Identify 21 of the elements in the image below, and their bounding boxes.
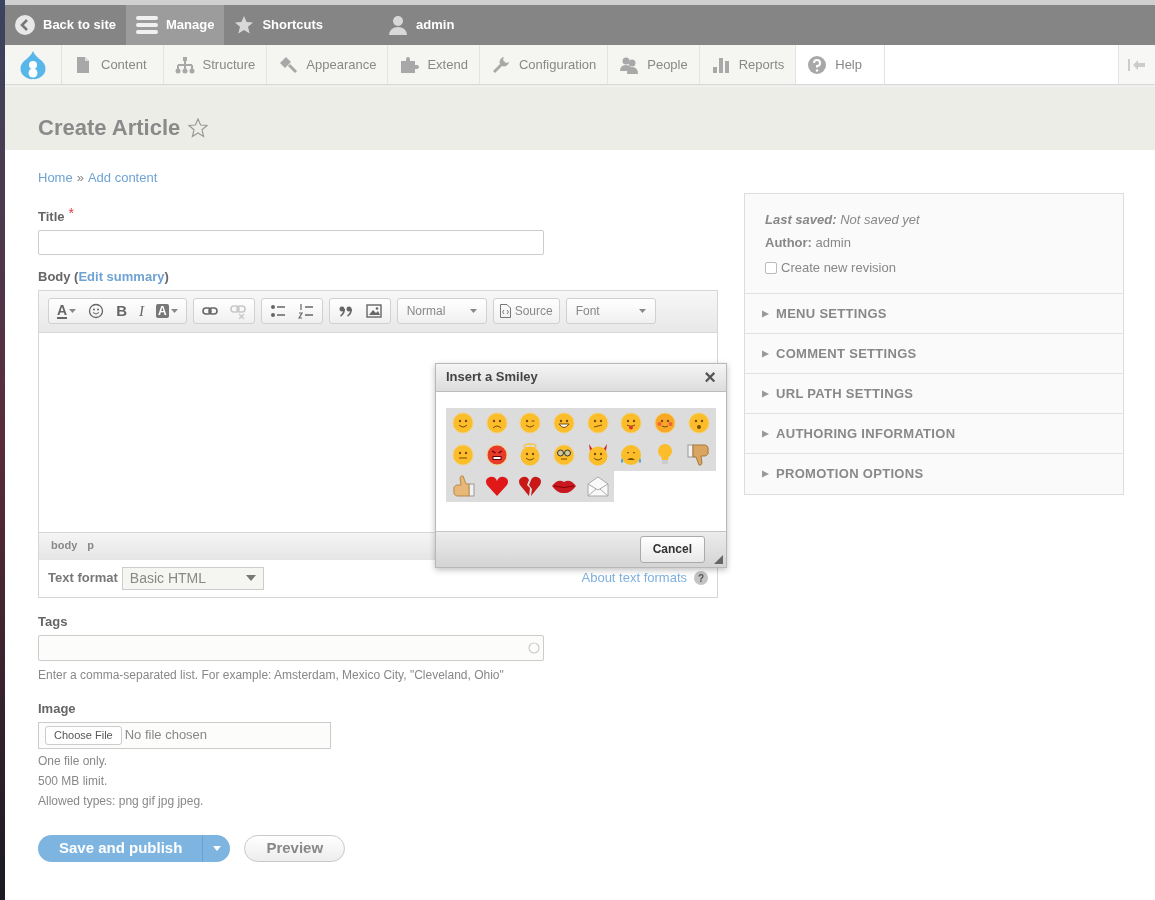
page-title: Create Article (38, 114, 181, 142)
image-description: Allowed types: png gif jpg jpeg. (38, 792, 205, 809)
image-description: One file only. (38, 752, 109, 769)
image-label: Image (38, 700, 77, 718)
text-format-label: Text format (48, 569, 118, 588)
breadcrumb-separator: » (76, 169, 84, 187)
image-description: 500 MB limit. (38, 772, 109, 789)
tags-label: Tags (38, 612, 69, 631)
help-badge: ? (694, 571, 708, 585)
title-label: Title (38, 207, 65, 226)
last-saved-text: Last saved: Not saved yet (765, 212, 921, 228)
file-status: No file chosen (124, 726, 208, 745)
body-label: Body (Edit summary) (38, 268, 170, 286)
tags-description: Enter a comma-separated list. For example: Amsterdam, Mexico City, "Cleveland, Ohio" (38, 667, 505, 684)
background-color-icon: A (155, 304, 169, 318)
author-text: Author: admin (765, 235, 852, 251)
required-mark: * (68, 206, 74, 219)
bold-icon: B (116, 303, 127, 319)
dialog-title: Insert a Smiley (446, 368, 538, 387)
italic-icon: I (138, 303, 144, 319)
revision-label: Create new revision (781, 259, 896, 277)
